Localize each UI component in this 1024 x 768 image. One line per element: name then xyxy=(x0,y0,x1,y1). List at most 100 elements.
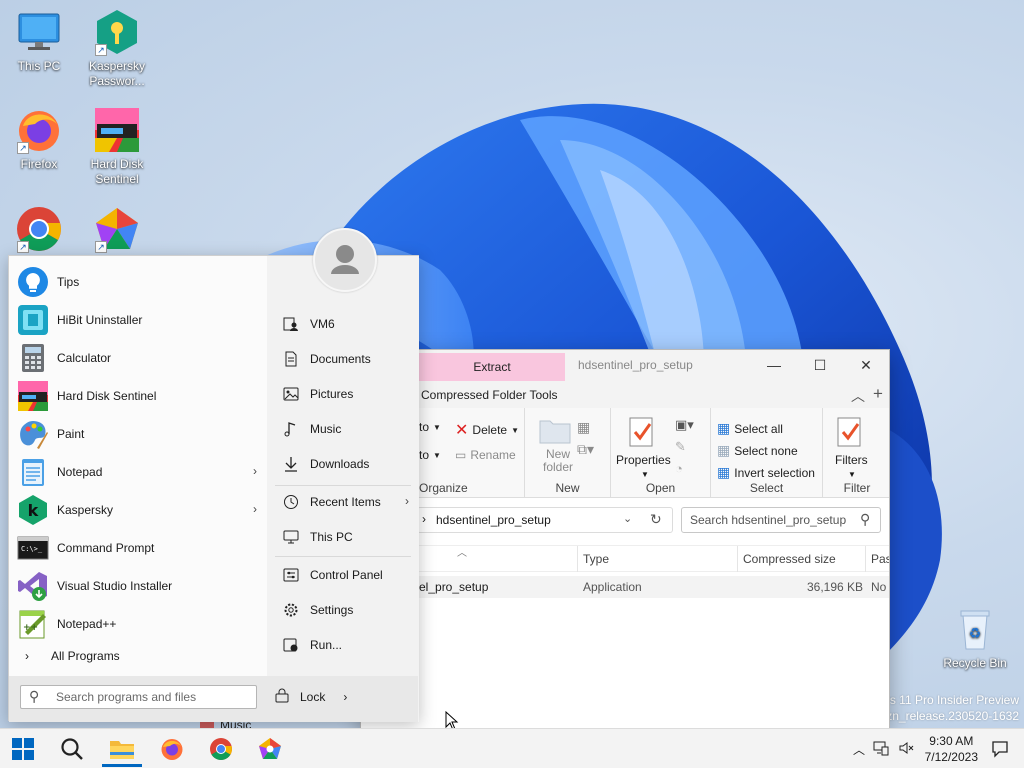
file-row[interactable]: el_pro_setup Application 36,196 KB No xyxy=(361,576,889,598)
notification-button[interactable] xyxy=(982,733,1018,765)
dropdown-arrow-icon: ▼ xyxy=(433,422,441,432)
desktop-icon-this-pc[interactable]: This PC xyxy=(1,8,77,74)
edit-icon[interactable]: ✎ xyxy=(675,436,694,458)
submenu-arrow-icon: › xyxy=(253,464,257,478)
maximize-button[interactable]: ☐ xyxy=(797,350,843,380)
place-recent-items[interactable]: Recent Items › xyxy=(283,489,409,515)
desktop-icon-chrome[interactable]: ↗ xyxy=(1,205,77,256)
desktop-icon-recycle-bin[interactable]: ♻ Recycle Bin xyxy=(937,605,1013,671)
copy-to-button[interactable]: to ▼ xyxy=(419,448,441,462)
chrome-icon: ↗ xyxy=(15,205,63,253)
desktop-icon-hard-disk-sentinel[interactable]: Hard Disk Sentinel xyxy=(79,106,155,187)
volume-muted-icon[interactable] xyxy=(894,740,920,759)
program-label: Notepad xyxy=(57,465,103,479)
place-control-panel[interactable]: Control Panel xyxy=(283,562,383,588)
program-hard-disk-sentinel[interactable]: Hard Disk Sentinel xyxy=(17,378,259,414)
program-hibit-uninstaller[interactable]: HiBit Uninstaller xyxy=(17,302,259,338)
taskbar-search-button[interactable] xyxy=(52,733,92,765)
desktop-icon-app[interactable]: ↗ xyxy=(79,205,155,256)
minimize-button[interactable]: — xyxy=(751,350,797,380)
breadcrumb-chevron-icon: › xyxy=(422,512,426,526)
filters-button[interactable]: Filters xyxy=(835,453,868,467)
place-documents[interactable]: Documents xyxy=(283,346,371,372)
new-tab-icon[interactable]: + xyxy=(873,384,883,404)
taskbar-chrome[interactable] xyxy=(201,733,241,765)
tab-compressed-folder-tools[interactable]: Compressed Folder Tools xyxy=(421,388,558,402)
search-box[interactable]: Search hdsentinel_pro_setup ⚲ xyxy=(681,507,881,533)
window-title: hdsentinel_pro_setup xyxy=(578,358,693,372)
place-downloads[interactable]: Downloads xyxy=(283,451,369,477)
properties-button[interactable]: Properties xyxy=(616,453,671,467)
explorer-window[interactable]: Extract hdsentinel_pro_setup — ☐ ✕ Compr… xyxy=(360,349,890,729)
search-icon: ⚲ xyxy=(29,688,40,704)
program-visual-studio-installer[interactable]: Visual Studio Installer xyxy=(17,568,259,604)
invert-selection-label: Invert selection xyxy=(734,465,815,480)
program-label: Notepad++ xyxy=(57,617,117,631)
program-tips[interactable]: Tips xyxy=(17,264,259,300)
start-search-input[interactable]: ⚲ Search programs and files xyxy=(20,685,257,709)
place-this-pc[interactable]: This PC xyxy=(283,524,353,550)
select-none-button[interactable]: ▦ Select none xyxy=(717,442,798,459)
recycle-bin-icon: ♻ xyxy=(951,605,999,653)
new-folder-icon xyxy=(539,416,571,444)
program-calculator[interactable]: Calculator xyxy=(17,340,259,376)
rename-button[interactable]: ▭ Rename xyxy=(455,448,516,462)
address-bar[interactable]: › hdsentinel_pro_setup ⌄ ↻ xyxy=(417,507,673,533)
place-label: Settings xyxy=(310,603,354,617)
title-bar[interactable]: Extract hdsentinel_pro_setup — ☐ ✕ xyxy=(361,350,889,382)
place-vm6[interactable]: VM6 xyxy=(283,311,335,337)
invert-selection-button[interactable]: ▦ Invert selection xyxy=(717,464,815,481)
divider xyxy=(275,556,411,557)
firefox-icon: ↗ xyxy=(15,106,63,154)
program-notepad-plus-plus[interactable]: ++ Notepad++ xyxy=(17,606,259,642)
program-label: Tips xyxy=(57,275,80,289)
taskbar-pentagon-app[interactable] xyxy=(250,733,290,765)
place-music[interactable]: Music xyxy=(283,416,341,442)
network-icon[interactable] xyxy=(868,740,894,759)
search-icon[interactable]: ⚲ xyxy=(860,511,870,528)
command-prompt-icon: C:\>_ xyxy=(17,532,49,564)
column-compressed-size[interactable]: Compressed size xyxy=(743,552,836,566)
desktop-icon-kaspersky-password[interactable]: ↗ Kaspersky Passwor... xyxy=(79,8,155,89)
program-kaspersky[interactable]: k Kaspersky › xyxy=(17,492,259,528)
chevron-down-icon[interactable]: ⌄ xyxy=(623,512,632,525)
program-notepad[interactable]: Notepad › xyxy=(17,454,259,490)
select-all-button[interactable]: ▦ Select all xyxy=(717,420,783,437)
system-tray: ︿ xyxy=(850,729,920,768)
place-settings[interactable]: Settings xyxy=(283,597,353,623)
easy-access-icon[interactable]: ⧉▾ xyxy=(577,438,594,460)
desktop-icon-firefox[interactable]: ↗ Firefox xyxy=(1,106,77,172)
start-button[interactable] xyxy=(3,733,43,765)
music-note-icon xyxy=(283,421,299,437)
taskbar-file-explorer[interactable] xyxy=(102,733,142,767)
clock[interactable]: 9:30 AM 7/12/2023 xyxy=(925,733,978,765)
show-hidden-icons-chevron-icon[interactable]: ︿ xyxy=(850,741,868,758)
column-password[interactable]: Pass xyxy=(871,552,889,566)
history-icon[interactable]: ◔ xyxy=(675,458,694,480)
select-none-label: Select none xyxy=(734,443,798,458)
tab-extract[interactable]: Extract xyxy=(419,353,565,381)
place-label: Pictures xyxy=(310,387,354,401)
desktop-icon-label: Firefox xyxy=(20,157,58,171)
place-run[interactable]: Run... xyxy=(283,632,342,658)
delete-button[interactable]: ✕ Delete ▼ xyxy=(455,420,519,440)
program-paint[interactable]: Paint xyxy=(17,416,259,452)
user-avatar[interactable] xyxy=(313,228,377,292)
move-to-button[interactable]: to ▼ xyxy=(419,420,441,434)
search-icon xyxy=(61,738,83,760)
column-type[interactable]: Type xyxy=(583,552,609,566)
close-button[interactable]: ✕ xyxy=(843,350,889,380)
refresh-icon[interactable]: ↻ xyxy=(650,511,662,528)
program-command-prompt[interactable]: C:\>_ Command Prompt xyxy=(17,530,259,566)
open-icon[interactable]: ▣▾ xyxy=(675,414,694,436)
new-folder-button[interactable]: New folder xyxy=(543,448,573,474)
group-label: New xyxy=(555,481,580,495)
lock-button[interactable]: Lock › xyxy=(275,687,347,706)
hard-disk-sentinel-icon xyxy=(93,106,141,154)
taskbar-firefox[interactable] xyxy=(152,733,192,765)
collapse-ribbon-icon[interactable]: ︿ xyxy=(851,386,865,406)
chevron-right-icon[interactable]: › xyxy=(343,690,347,704)
new-item-icon[interactable]: ▦ xyxy=(577,416,594,438)
place-pictures[interactable]: Pictures xyxy=(283,381,353,407)
all-programs-button[interactable]: › All Programs xyxy=(25,649,120,663)
